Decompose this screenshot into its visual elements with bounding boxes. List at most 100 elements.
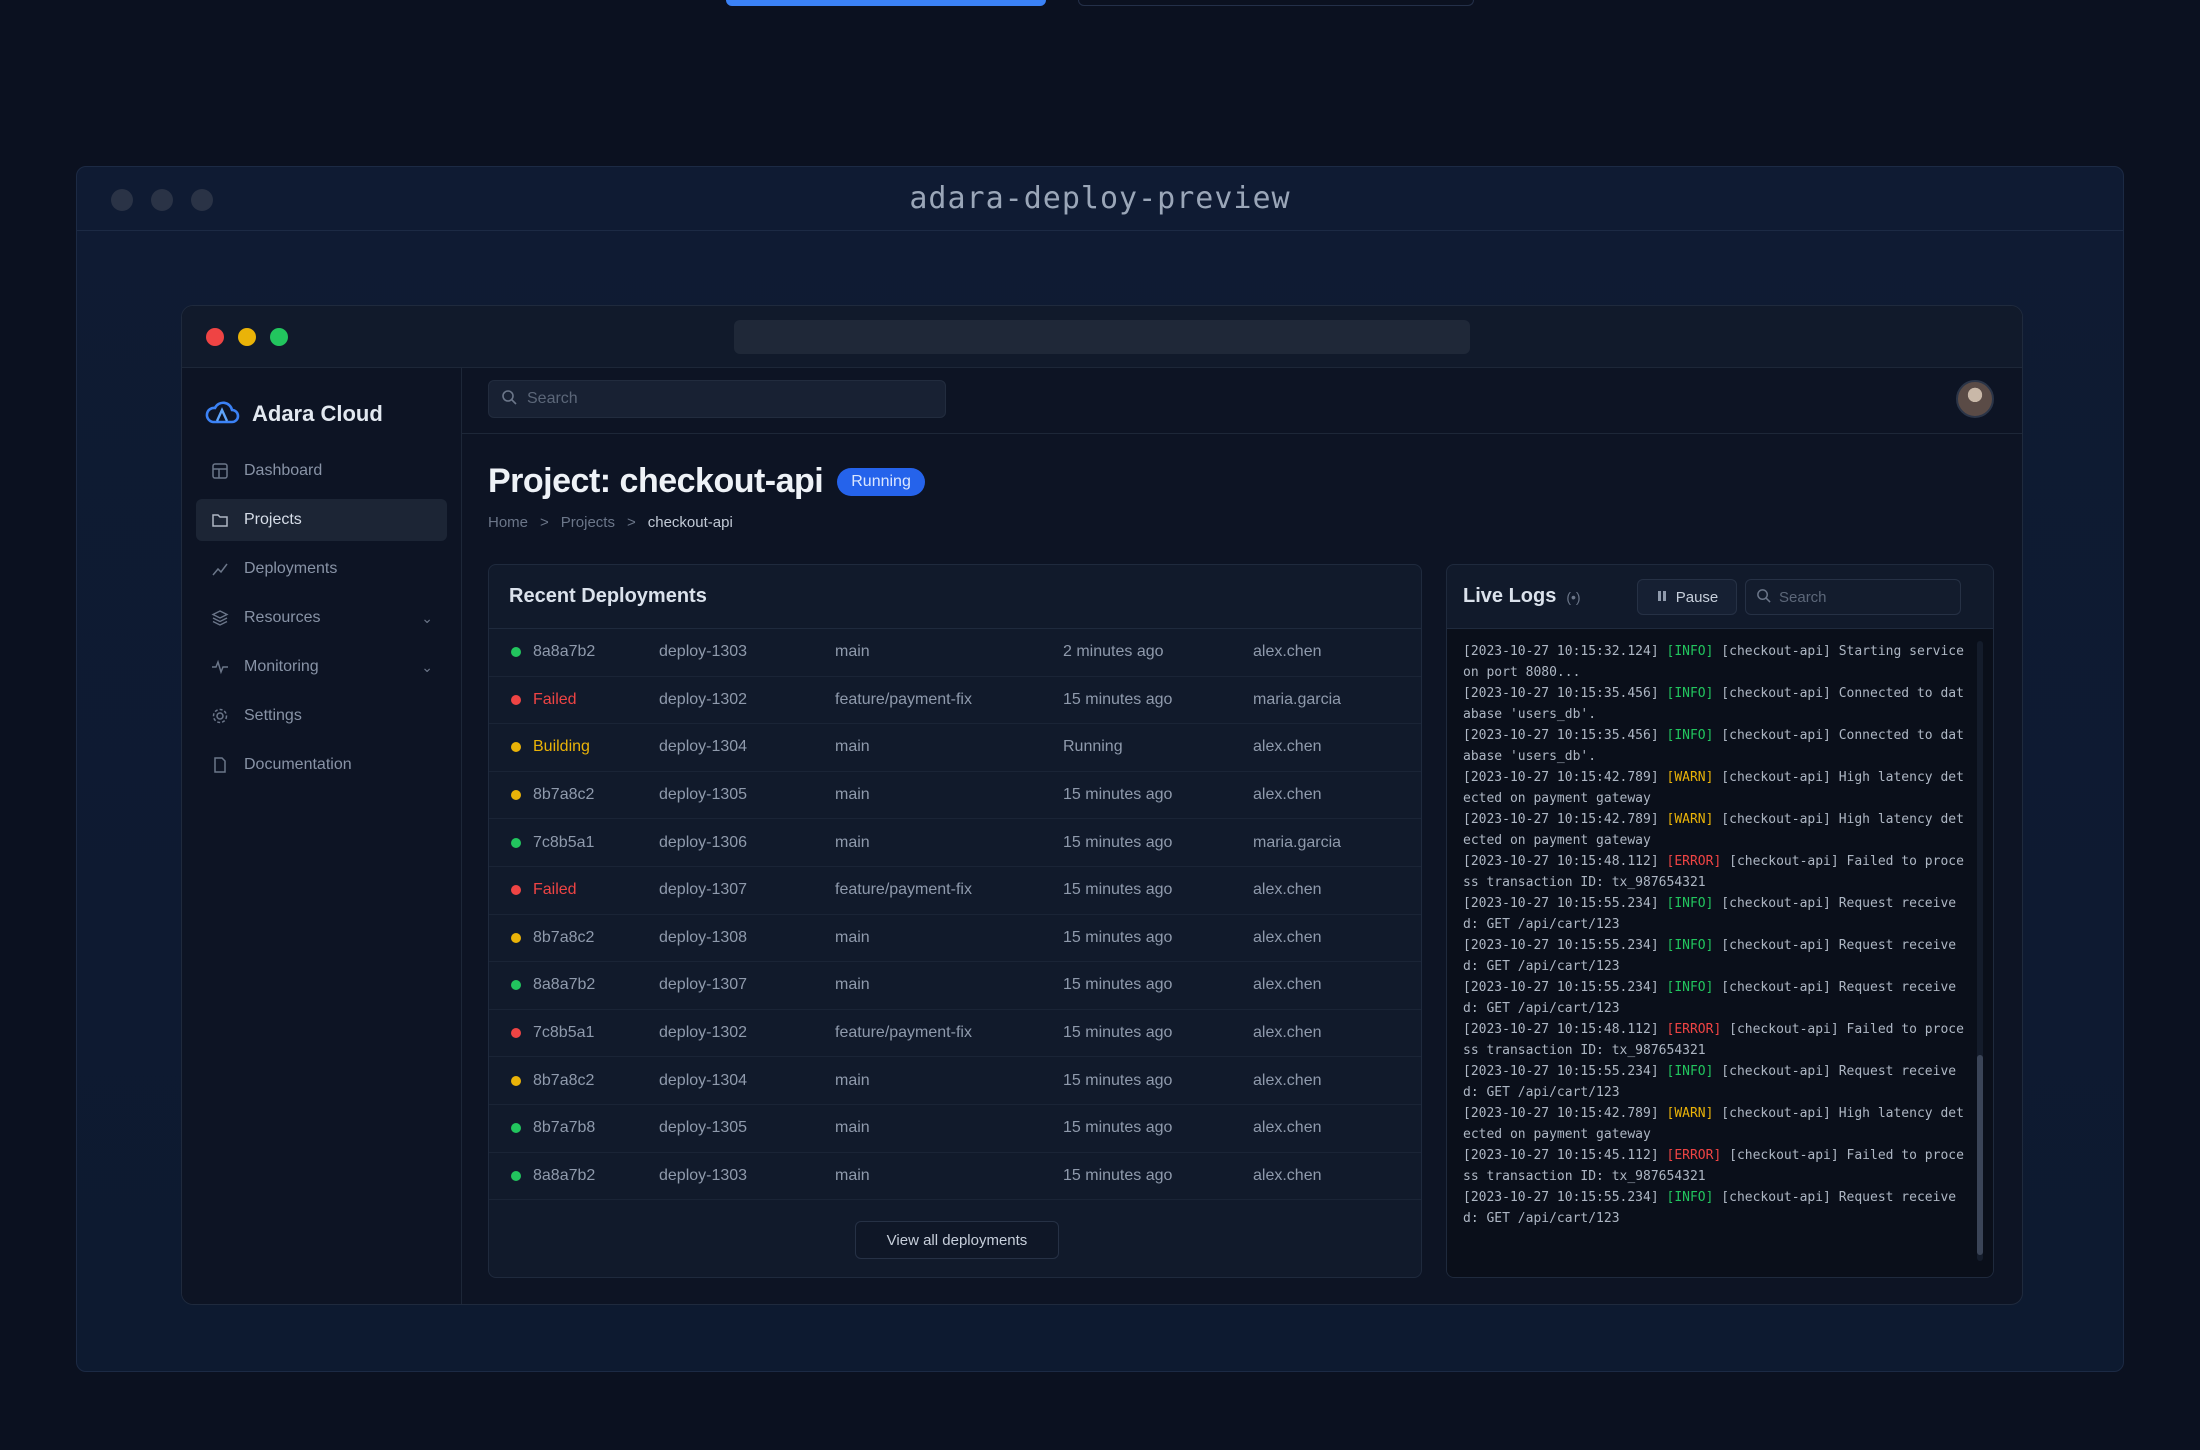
logs-search-input[interactable]: Search bbox=[1745, 579, 1961, 615]
maximize-button[interactable] bbox=[270, 328, 288, 346]
sidebar-item-monitoring[interactable]: Monitoring ⌄ bbox=[196, 646, 447, 688]
breadcrumb: Home > Projects > checkout-api bbox=[488, 514, 733, 531]
author-name: maria.garcia bbox=[1253, 833, 1342, 851]
sidebar-nav: Dashboard Projects Deployments Resources ⌄ Mo… bbox=[182, 440, 461, 803]
top-secondary-button[interactable] bbox=[1078, 0, 1474, 6]
table-row[interactable]: 8a8a7b2 deploy-1303 main 15 minutes ago alex… bbox=[489, 1153, 1421, 1201]
sidebar-item-deployments[interactable]: Deployments bbox=[196, 548, 447, 590]
deploy-time: 15 minutes ago bbox=[1063, 690, 1173, 708]
minimize-button[interactable] bbox=[238, 328, 256, 346]
table-row[interactable]: Failed deploy-1302 feature/payment-fix 15 m… bbox=[489, 677, 1421, 725]
branch-name: main bbox=[835, 738, 870, 756]
maximize-dot[interactable] bbox=[191, 189, 213, 211]
pause-button[interactable]: Pause bbox=[1637, 579, 1737, 615]
pause-label: Pause bbox=[1675, 588, 1719, 606]
log-timestamp: [2023-10-27 10:15:55.234] bbox=[1463, 980, 1659, 995]
sidebar-item-settings[interactable]: Settings bbox=[196, 695, 447, 737]
brand[interactable]: Adara Cloud bbox=[182, 368, 461, 440]
table-row[interactable]: 8b7a8c2 deploy-1304 main 15 minutes ago alex… bbox=[489, 1057, 1421, 1105]
table-row[interactable]: 8a8a7b2 deploy-1307 main 15 minutes ago alex… bbox=[489, 962, 1421, 1010]
sidebar-item-label: Monitoring bbox=[244, 658, 319, 675]
log-level: [ERROR] bbox=[1666, 1148, 1722, 1163]
minimize-dot[interactable] bbox=[151, 189, 173, 211]
log-level: [INFO] bbox=[1666, 980, 1714, 995]
branch-name: feature/payment-fix bbox=[835, 690, 972, 708]
log-timestamp: [2023-10-27 10:15:55.234] bbox=[1463, 938, 1659, 953]
author-name: alex.chen bbox=[1253, 1119, 1322, 1137]
deploy-id: deploy-1306 bbox=[659, 833, 748, 851]
commit-cell: 8b7a7b8 bbox=[489, 1119, 659, 1137]
deployments-table: 8a8a7b2 deploy-1303 main 2 minutes ago alex.… bbox=[489, 629, 1421, 1201]
breadcrumb-item[interactable]: Home bbox=[488, 514, 528, 531]
table-row[interactable]: 8b7a8c2 deploy-1305 main 15 minutes ago alex… bbox=[489, 772, 1421, 820]
close-dot[interactable] bbox=[111, 189, 133, 211]
commit-cell: 8b7a8c2 bbox=[489, 786, 659, 804]
table-row[interactable]: 7c8b5a1 deploy-1302 feature/payment-fix 15 … bbox=[489, 1010, 1421, 1058]
commit-cell: Failed bbox=[489, 691, 659, 709]
log-level: [INFO] bbox=[1666, 728, 1714, 743]
deploy-id: deploy-1302 bbox=[659, 690, 748, 708]
commit-hash: 8b7a8c2 bbox=[533, 928, 595, 946]
log-timestamp: [2023-10-27 10:15:45.112] bbox=[1463, 1148, 1659, 1163]
sidebar-item-dashboard[interactable]: Dashboard bbox=[196, 450, 447, 492]
log-line: [2023-10-27 10:15:55.234] [INFO] [checko… bbox=[1463, 1061, 1965, 1103]
search-input[interactable]: Search bbox=[488, 380, 946, 418]
author-name: alex.chen bbox=[1253, 1166, 1322, 1184]
deploy-id: deploy-1304 bbox=[659, 738, 748, 756]
deploy-id: deploy-1305 bbox=[659, 1119, 748, 1137]
table-row[interactable]: 8b7a8c2 deploy-1308 main 15 minutes ago alex… bbox=[489, 915, 1421, 963]
log-line: [2023-10-27 10:15:55.234] [INFO] [checko… bbox=[1463, 935, 1965, 977]
table-row[interactable]: Building deploy-1304 main Running alex.chen bbox=[489, 724, 1421, 772]
address-bar[interactable] bbox=[734, 320, 1470, 354]
log-line: [2023-10-27 10:15:32.124] [INFO] [checko… bbox=[1463, 641, 1965, 683]
sidebar-item-resources[interactable]: Resources ⌄ bbox=[196, 597, 447, 639]
author-name: alex.chen bbox=[1253, 738, 1322, 756]
close-button[interactable] bbox=[206, 328, 224, 346]
sidebar-item-label: Documentation bbox=[244, 756, 352, 773]
branch-name: main bbox=[835, 928, 870, 946]
sidebar-item-label: Deployments bbox=[244, 560, 338, 577]
table-row[interactable]: 8b7a7b8 deploy-1305 main 15 minutes ago alex… bbox=[489, 1105, 1421, 1153]
log-timestamp: [2023-10-27 10:15:42.789] bbox=[1463, 770, 1659, 785]
breadcrumb-item[interactable]: Projects bbox=[561, 514, 615, 531]
search-placeholder: Search bbox=[527, 390, 578, 407]
deployments-icon bbox=[210, 559, 230, 579]
sidebar-item-documentation[interactable]: Documentation bbox=[196, 744, 447, 786]
commit-hash: 8a8a7b2 bbox=[533, 1166, 596, 1184]
author-name: alex.chen bbox=[1253, 881, 1322, 899]
deployments-header: Recent Deployments bbox=[489, 565, 1421, 629]
view-all-deployments-button[interactable]: View all deployments bbox=[855, 1221, 1059, 1259]
commit-hash: Building bbox=[533, 738, 590, 756]
branch-name: main bbox=[835, 1166, 870, 1184]
deploy-id: deploy-1307 bbox=[659, 881, 748, 899]
chevron-down-icon[interactable]: ⌄ bbox=[421, 610, 433, 627]
cloud-logo-icon bbox=[204, 397, 240, 432]
table-row[interactable]: 7c8b5a1 deploy-1306 main 15 minutes ago mari… bbox=[489, 819, 1421, 867]
status-dot-icon bbox=[511, 1075, 521, 1086]
commit-cell: 8a8a7b2 bbox=[489, 643, 659, 661]
deploy-id: deploy-1303 bbox=[659, 643, 748, 661]
deploy-time: 15 minutes ago bbox=[1063, 1024, 1173, 1042]
breadcrumb-separator: > bbox=[540, 514, 549, 531]
live-indicator-icon: (•) bbox=[1566, 588, 1581, 605]
sidebar-item-projects[interactable]: Projects bbox=[196, 499, 447, 541]
document-icon bbox=[210, 755, 230, 775]
log-level: [INFO] bbox=[1666, 1064, 1714, 1079]
top-primary-button[interactable] bbox=[726, 0, 1046, 6]
branch-name: main bbox=[835, 1071, 870, 1089]
live-logs-panel: Live Logs (•) Pause Search [2023-10-27 1… bbox=[1446, 564, 1994, 1278]
deploy-id: deploy-1305 bbox=[659, 786, 748, 804]
table-row[interactable]: 8a8a7b2 deploy-1303 main 2 minutes ago alex.… bbox=[489, 629, 1421, 677]
log-timestamp: [2023-10-27 10:15:32.124] bbox=[1463, 644, 1659, 659]
search-icon bbox=[1756, 588, 1771, 607]
log-line: [2023-10-27 10:15:35.456] [INFO] [checko… bbox=[1463, 683, 1965, 725]
avatar[interactable] bbox=[1956, 380, 1994, 418]
log-line: [2023-10-27 10:15:45.112] [ERROR] [check… bbox=[1463, 1145, 1965, 1187]
log-timestamp: [2023-10-27 10:15:48.112] bbox=[1463, 1022, 1659, 1037]
page-title: Project: checkout-api bbox=[488, 462, 824, 500]
log-scrollbar-thumb[interactable] bbox=[1977, 1055, 1983, 1255]
log-timestamp: [2023-10-27 10:15:35.456] bbox=[1463, 728, 1659, 743]
table-row[interactable]: Failed deploy-1307 feature/payment-fix 15 m… bbox=[489, 867, 1421, 915]
chevron-down-icon[interactable]: ⌄ bbox=[421, 659, 433, 676]
deploy-id: deploy-1302 bbox=[659, 1024, 748, 1042]
